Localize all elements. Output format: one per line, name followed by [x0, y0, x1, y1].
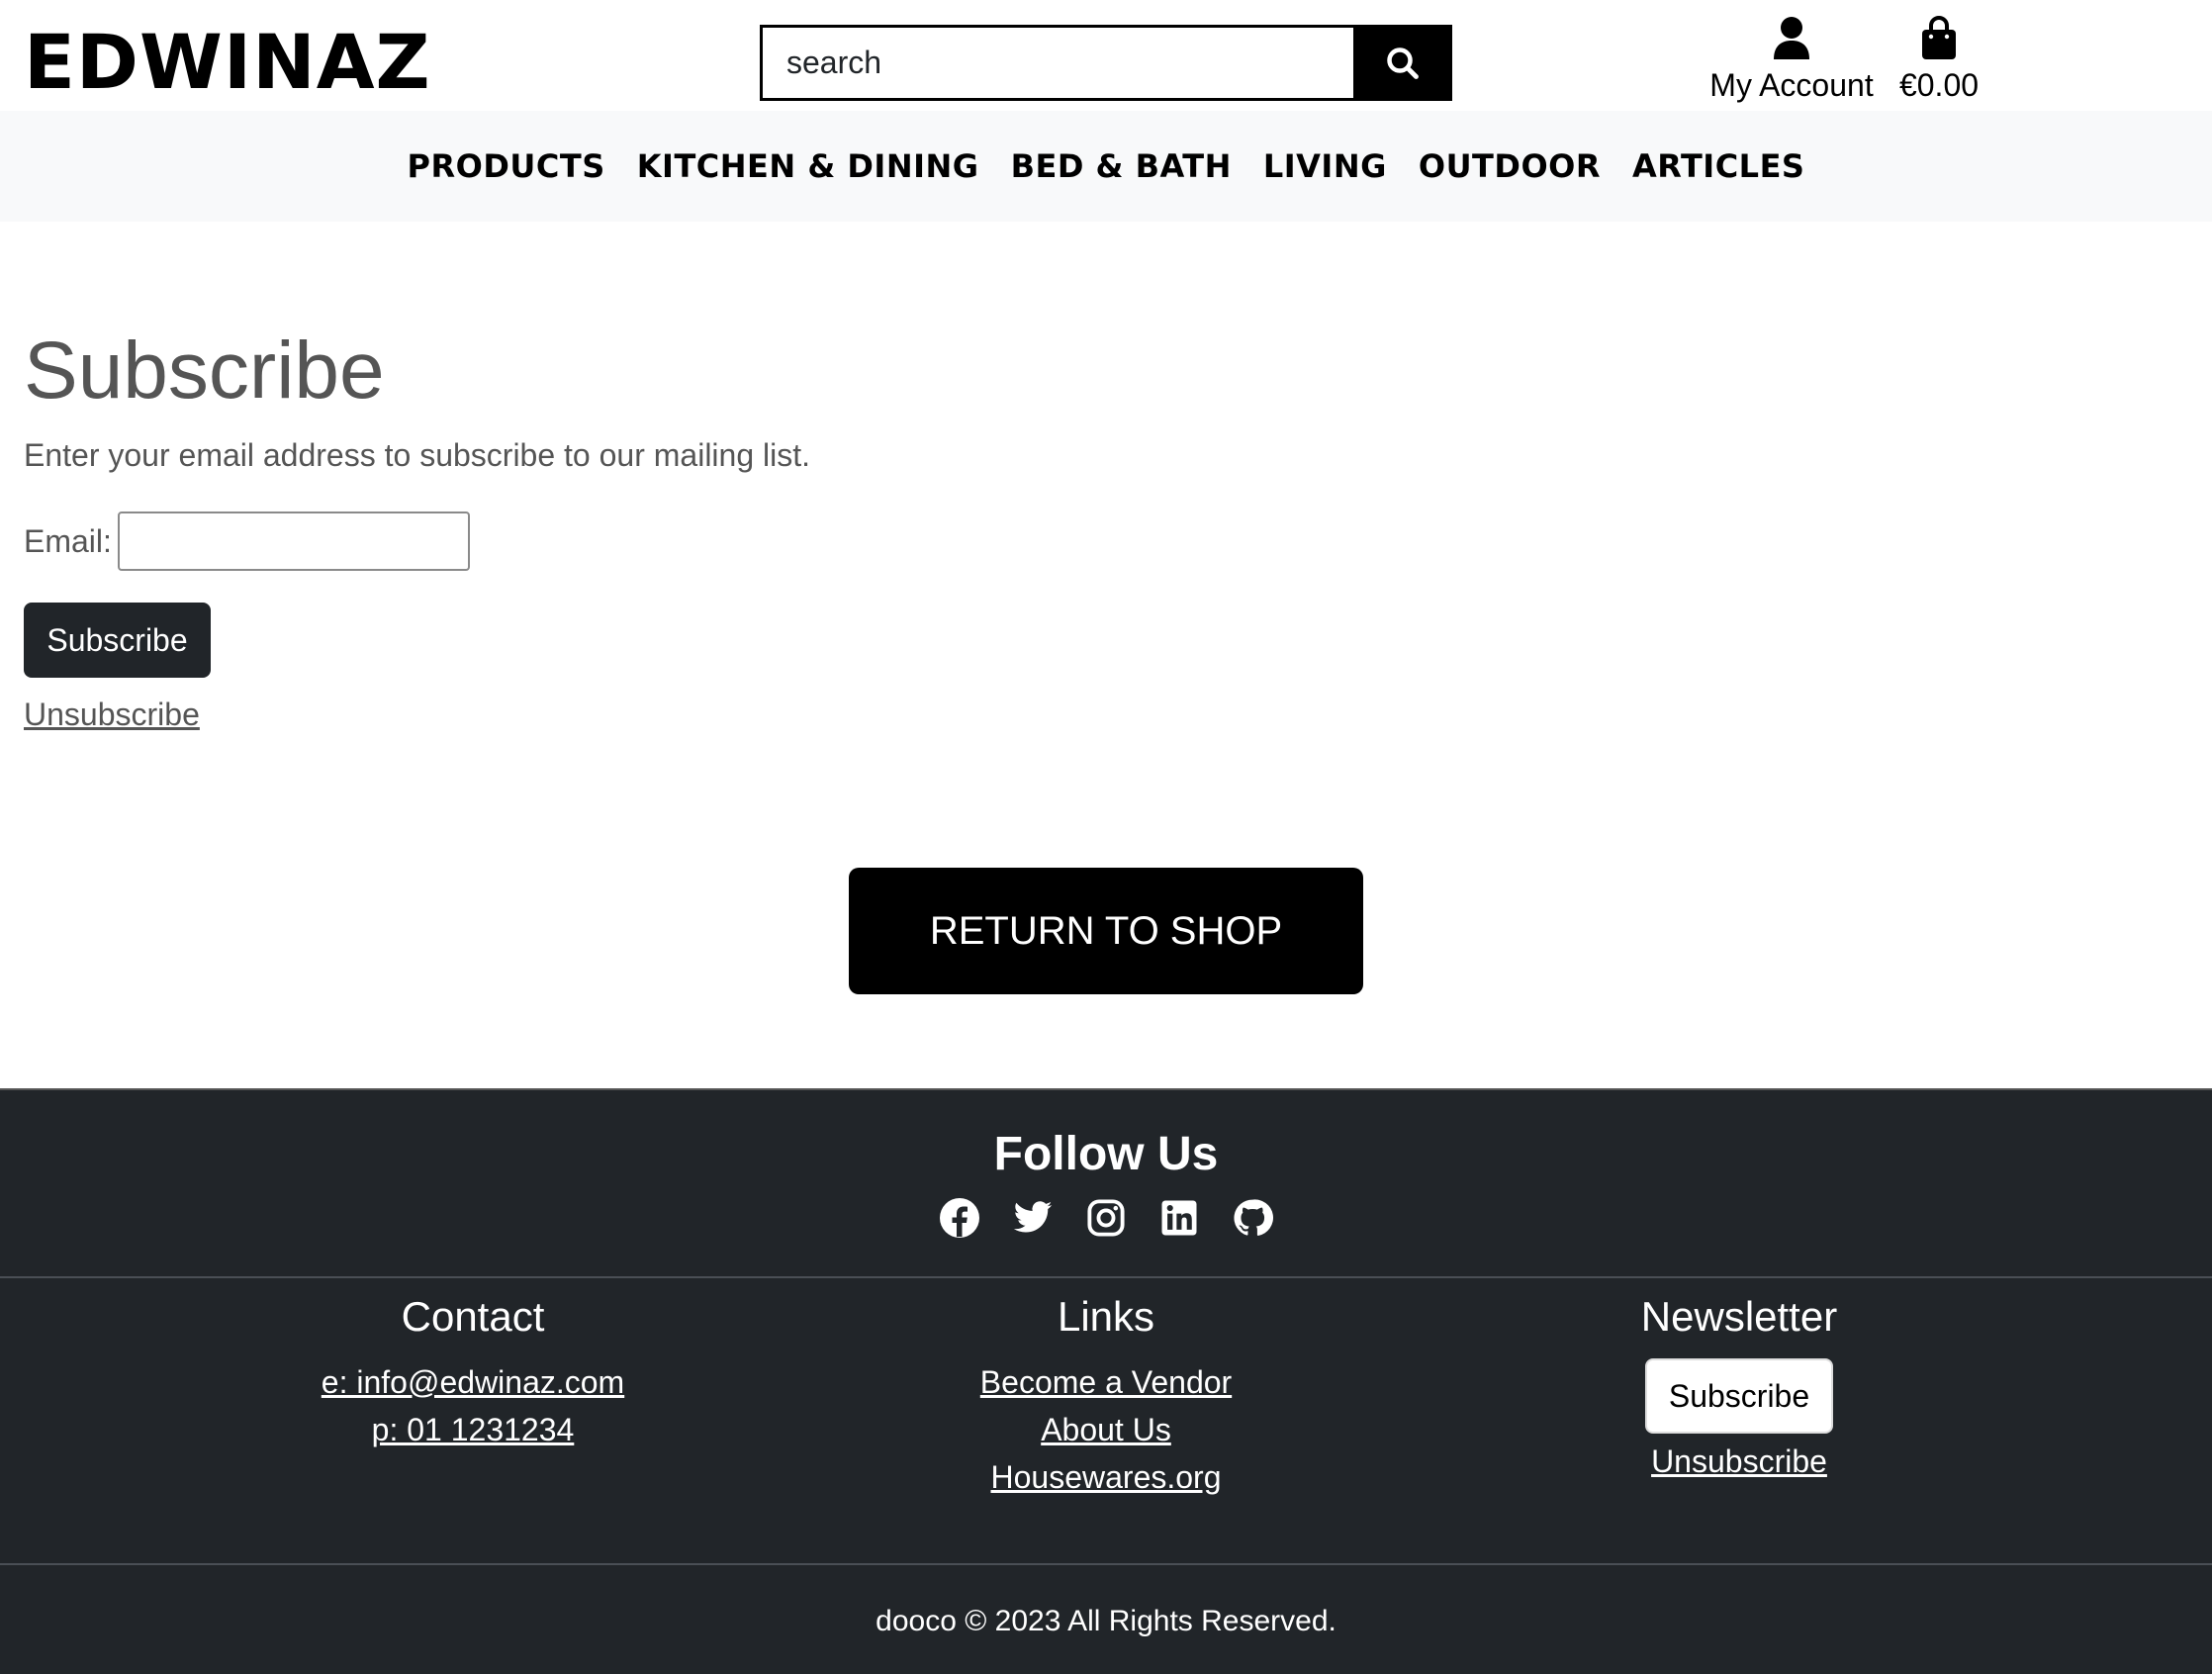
nav-item-living[interactable]: LIVING: [1263, 147, 1387, 185]
facebook-icon[interactable]: [939, 1197, 980, 1239]
twitter-icon[interactable]: [1012, 1197, 1054, 1239]
social-links: [0, 1197, 2212, 1239]
newsletter-unsubscribe-link[interactable]: Unsubscribe: [1482, 1438, 1996, 1485]
copyright-text: dooco © 2023 All Rights Reserved.: [876, 1605, 1336, 1637]
shopping-bag-icon: [1922, 16, 1956, 59]
site-logo[interactable]: EDWINAZ: [24, 18, 431, 107]
site-header: EDWINAZ My Account €0.00: [0, 0, 2212, 111]
my-account-link[interactable]: My Account: [1702, 16, 1882, 104]
search-icon: [1387, 46, 1419, 79]
become-vendor-link[interactable]: Become a Vendor: [849, 1358, 1363, 1406]
main-nav: PRODUCTS KITCHEN & DINING BED & BATH LIV…: [0, 111, 2212, 222]
page-title: Subscribe: [24, 326, 385, 416]
contact-title: Contact: [401, 1293, 545, 1340]
footer-divider-bottom: [0, 1563, 2212, 1565]
search-input[interactable]: [760, 25, 1353, 101]
nav-item-kitchen-dining[interactable]: KITCHEN & DINING: [637, 147, 979, 185]
linkedin-icon[interactable]: [1158, 1197, 1200, 1239]
email-label: Email:: [24, 522, 112, 559]
contact-phone-link[interactable]: p: 01 1231234: [216, 1406, 730, 1453]
footer-contact: Contact e: info@edwinaz.com p: 01 123123…: [216, 1293, 730, 1453]
my-account-label: My Account: [1709, 67, 1874, 103]
links-title: Links: [1057, 1293, 1155, 1340]
housewares-link[interactable]: Housewares.org: [849, 1453, 1363, 1501]
follow-us-title: Follow Us: [993, 1128, 1219, 1180]
footer-newsletter: Newsletter Subscribe Unsubscribe: [1482, 1293, 1996, 1485]
email-field[interactable]: [117, 512, 470, 571]
nav-item-articles[interactable]: ARTICLES: [1632, 147, 1804, 185]
email-row: Email:: [24, 512, 470, 571]
contact-email-link[interactable]: e: info@edwinaz.com: [216, 1358, 730, 1406]
footer-divider: [0, 1276, 2212, 1278]
page-description: Enter your email address to subscribe to…: [24, 437, 811, 473]
unsubscribe-link[interactable]: Unsubscribe: [24, 697, 200, 733]
nav-item-products[interactable]: PRODUCTS: [408, 147, 605, 185]
newsletter-title: Newsletter: [1640, 1293, 1838, 1340]
return-to-shop-button[interactable]: RETURN TO SHOP: [849, 868, 1363, 994]
site-footer: Follow Us Contact e: info@edwinaz.com p:…: [0, 1088, 2212, 1674]
search-button[interactable]: [1353, 25, 1452, 101]
github-icon[interactable]: [1232, 1197, 1273, 1239]
search-form: [760, 25, 1452, 101]
about-us-link[interactable]: About Us: [849, 1406, 1363, 1453]
cart-total: €0.00: [1898, 67, 1980, 103]
user-icon: [1774, 17, 1809, 59]
instagram-icon[interactable]: [1085, 1197, 1127, 1239]
newsletter-subscribe-button[interactable]: Subscribe: [1645, 1358, 1833, 1434]
nav-item-bed-bath[interactable]: BED & BATH: [1011, 147, 1232, 185]
footer-links: Links Become a Vendor About Us Houseware…: [849, 1293, 1363, 1501]
nav-item-outdoor[interactable]: OUTDOOR: [1419, 147, 1601, 185]
cart-link[interactable]: €0.00: [1889, 16, 1988, 104]
subscribe-button[interactable]: Subscribe: [24, 603, 211, 678]
